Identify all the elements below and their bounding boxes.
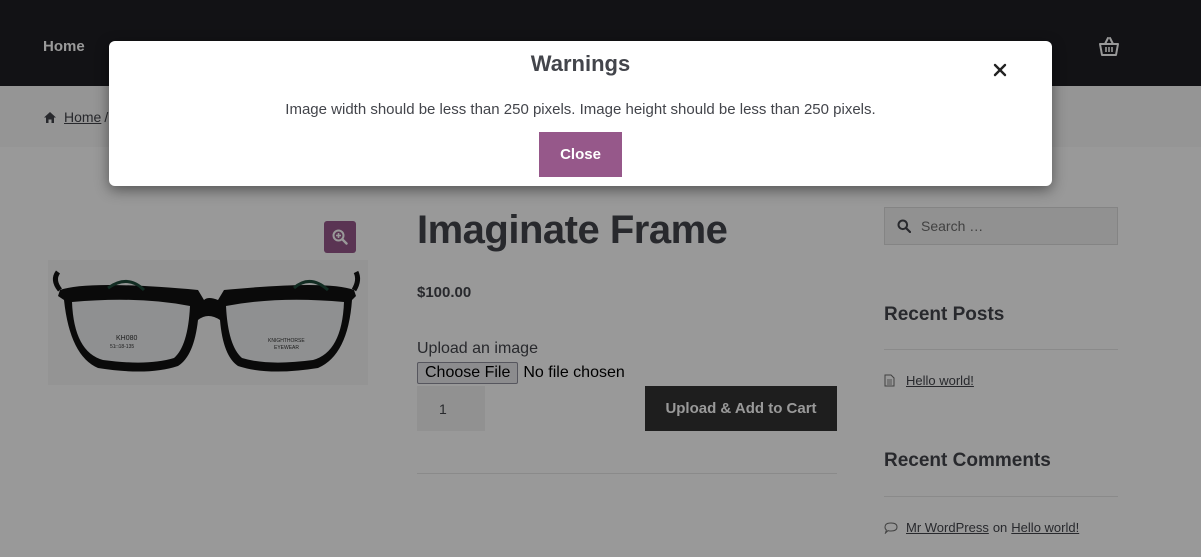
warnings-modal: Warnings Image width should be less than… [109, 41, 1052, 186]
modal-close-button[interactable]: Close [539, 132, 622, 177]
modal-title: Warnings [530, 51, 631, 76]
close-icon[interactable] [991, 61, 1009, 79]
modal-message: Image width should be less than 250 pixe… [285, 101, 876, 118]
